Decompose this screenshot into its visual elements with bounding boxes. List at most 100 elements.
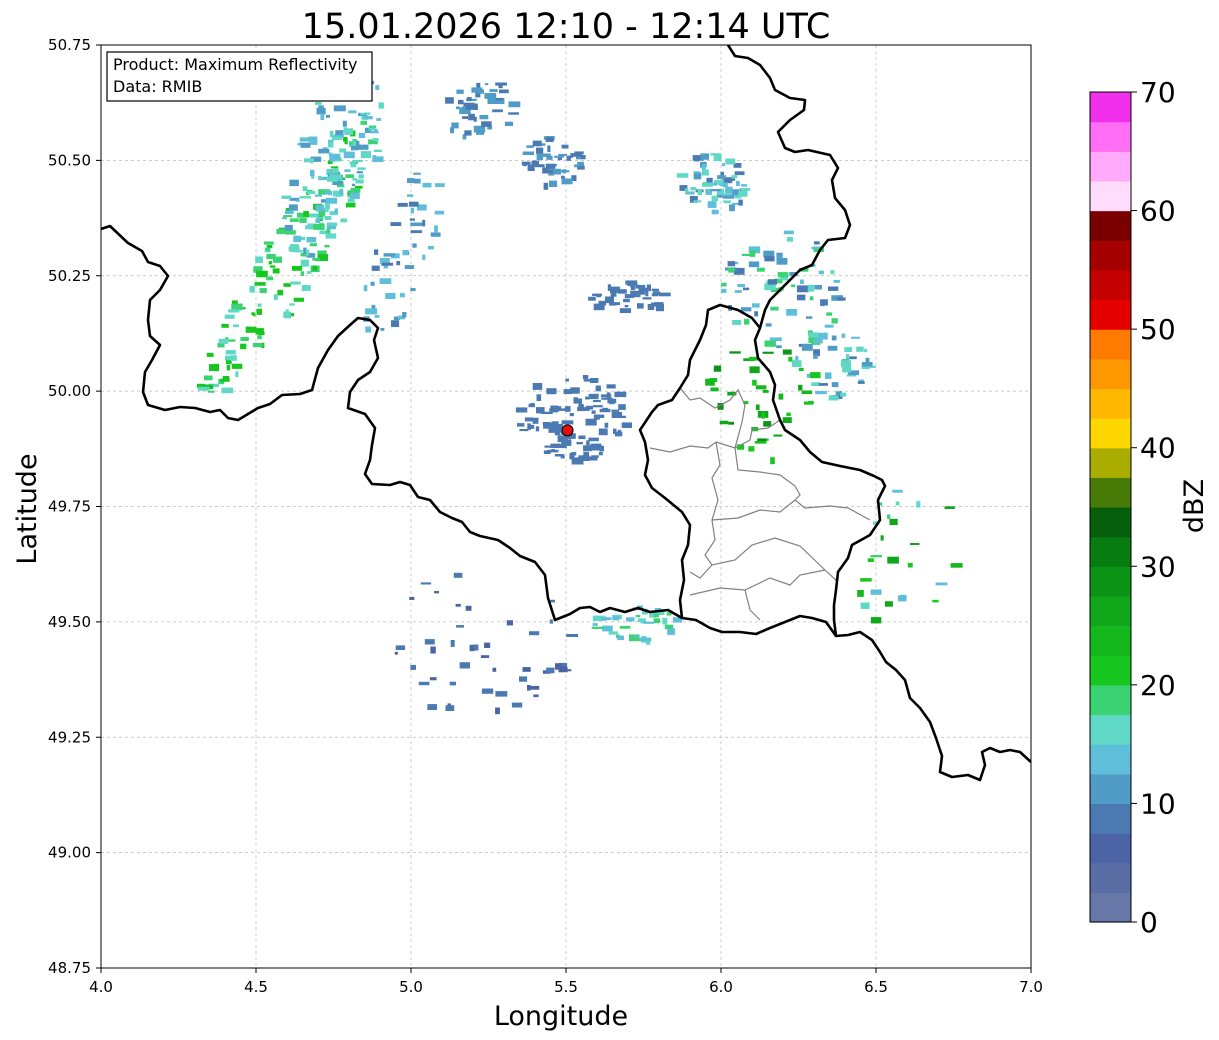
radar-echo — [383, 253, 395, 257]
radar-echo — [713, 365, 722, 372]
colorbar-segment — [1090, 388, 1131, 419]
radar-echo — [335, 194, 341, 197]
radar-echo — [413, 172, 421, 175]
radar-echo — [466, 97, 472, 102]
radar-echo — [606, 384, 616, 389]
radar-echo — [206, 352, 214, 357]
colorbar-tick-label: 60 — [1140, 195, 1176, 228]
radar-echo — [288, 204, 298, 211]
radar-echo — [324, 245, 330, 248]
colorbar-segment — [1090, 773, 1131, 805]
radar-echo — [544, 445, 553, 448]
radar-echo — [807, 284, 815, 292]
radar-echo — [231, 363, 243, 369]
radar-echo — [561, 144, 569, 149]
radar-echo — [532, 383, 543, 390]
radar-echo — [541, 153, 551, 157]
radar-echo — [840, 392, 847, 397]
radar-echo — [588, 456, 598, 461]
radar-echo — [434, 210, 445, 215]
radar-echo — [591, 626, 603, 629]
radar-echo — [711, 189, 721, 192]
radar-echo — [542, 422, 551, 425]
radar-echo — [685, 191, 695, 195]
radar-echo — [729, 351, 741, 354]
radar-echo — [635, 284, 646, 289]
radar-echo — [379, 278, 392, 284]
radar-echo — [224, 314, 235, 319]
radar-echo — [738, 199, 743, 206]
radar-echo — [576, 442, 583, 445]
colorbar-segment — [1090, 566, 1131, 597]
radar-echo — [375, 85, 380, 90]
colorbar-segment — [1090, 684, 1131, 716]
radar-echo — [350, 161, 357, 168]
radar-echo — [397, 202, 408, 207]
plot-area: Product: Maximum Reflectivity Data: RMIB — [100, 44, 1032, 969]
radar-echo — [324, 216, 332, 220]
colorbar — [1089, 91, 1132, 923]
radar-echo — [845, 363, 850, 369]
radar-echo — [532, 140, 542, 147]
radar-echo — [499, 89, 509, 94]
radar-echo — [372, 138, 379, 142]
radar-echo — [450, 640, 455, 647]
colorbar-segment — [1090, 299, 1131, 330]
radar-echo — [303, 158, 314, 163]
colorbar-segment — [1090, 595, 1131, 627]
radar-echo — [786, 237, 793, 242]
radar-echo — [309, 243, 317, 247]
radar-echo — [462, 106, 466, 113]
radar-echo — [533, 694, 539, 698]
radar-echo — [348, 110, 357, 114]
radar-echo — [299, 196, 311, 199]
radar-echo — [727, 261, 736, 267]
radar-echo — [300, 142, 311, 148]
colorbar-segment — [1090, 358, 1131, 390]
radar-echo — [407, 178, 415, 183]
radar-echo — [643, 621, 654, 624]
radar-echo — [828, 286, 839, 291]
radar-echo — [585, 396, 590, 400]
radar-echo — [550, 388, 557, 394]
y-axis-label: Latitude — [12, 453, 43, 564]
radar-echo — [650, 302, 661, 307]
radar-echo — [892, 489, 903, 493]
radar-echo — [684, 188, 689, 192]
radar-echo — [240, 343, 247, 350]
radar-echo — [741, 184, 748, 187]
radar-echo — [588, 437, 599, 442]
radar-echo — [228, 309, 240, 313]
map-title: 15.01.2026 12:10 - 12:14 UTC — [302, 7, 831, 47]
radar-echo — [535, 426, 540, 432]
radar-echo — [445, 705, 455, 711]
radar-echo — [410, 288, 416, 292]
radar-echo — [532, 417, 539, 424]
colorbar-segment — [1090, 507, 1131, 538]
radar-echo — [637, 618, 643, 623]
radar-echo — [910, 543, 920, 545]
radar-echo — [595, 385, 601, 392]
radar-echo — [761, 412, 765, 419]
radar-echo — [833, 279, 840, 283]
radar-echo — [390, 222, 402, 226]
radar-echo — [363, 116, 373, 120]
radar-echo — [549, 619, 553, 624]
y-tick-label: 48.75 — [48, 959, 91, 977]
radar-echo — [734, 261, 739, 265]
radar-echo — [530, 424, 535, 429]
radar-echo — [471, 87, 483, 93]
radar-echo — [831, 335, 837, 341]
radar-echo — [422, 205, 426, 209]
radar-echo — [795, 355, 799, 361]
radar-echo — [235, 371, 239, 378]
radar-echo — [824, 372, 832, 379]
radar-echo — [430, 646, 436, 654]
radar-echo — [340, 218, 348, 223]
radar-echo — [256, 308, 262, 315]
radar-echo — [316, 107, 326, 115]
x-tick-label: 5.0 — [399, 978, 423, 996]
radar-echo — [269, 265, 276, 268]
radar-echo — [732, 319, 742, 325]
radar-echo — [481, 688, 494, 694]
